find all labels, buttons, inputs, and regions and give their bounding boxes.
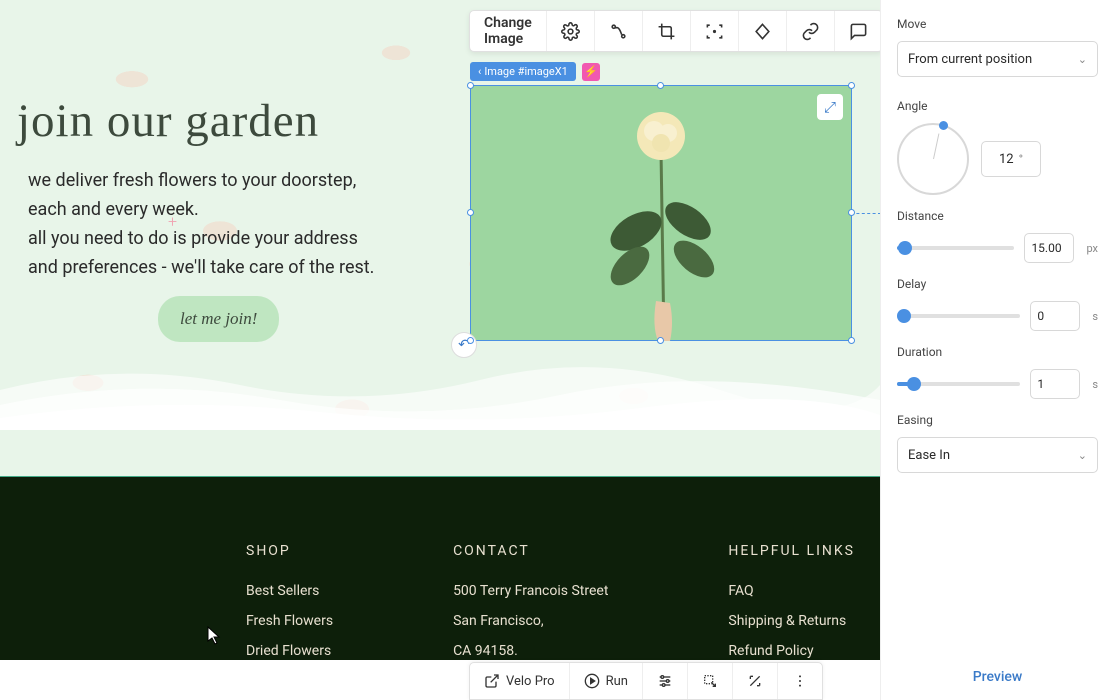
page-headline: join our garden: [17, 94, 319, 148]
site-footer: SHOP Best Sellers Fresh Flowers Dried Fl…: [0, 476, 880, 660]
footer-link[interactable]: Fresh Flowers: [246, 613, 333, 629]
settings-icon[interactable]: [547, 11, 595, 51]
resize-handle[interactable]: [848, 209, 855, 216]
slider-thumb[interactable]: [897, 309, 911, 323]
footer-link[interactable]: Shipping & Returns: [728, 613, 855, 629]
delay-value: 0: [1037, 309, 1044, 323]
slider-thumb[interactable]: [898, 241, 912, 255]
footer-link[interactable]: FAQ: [728, 583, 855, 599]
preview-button[interactable]: Preview: [881, 669, 1114, 685]
animation-icon[interactable]: [595, 11, 643, 51]
footer-heading: HELPFUL LINKS: [728, 543, 855, 559]
footer-link[interactable]: Refund Policy: [728, 643, 855, 659]
dial-knob[interactable]: [939, 121, 948, 130]
duration-input[interactable]: 1: [1030, 369, 1080, 399]
resize-handle[interactable]: [467, 82, 474, 89]
easing-label: Easing: [897, 413, 1098, 427]
selection-tag-bar: ‹ Image #imageX1 ⚡: [470, 62, 600, 81]
distance-slider[interactable]: [897, 246, 1014, 250]
expand-icon[interactable]: [733, 663, 778, 699]
element-tag-label: Image #imageX1: [484, 65, 568, 78]
dial-hand: [933, 133, 939, 159]
footer-text: 500 Terry Francois Street: [453, 583, 608, 599]
animation-panel: Move From current position ⌄ Angle 12 ° …: [880, 0, 1114, 700]
comment-icon[interactable]: [835, 11, 880, 51]
angle-unit: °: [1019, 152, 1023, 166]
slider-thumb[interactable]: [907, 377, 921, 391]
alignment-guide: [851, 213, 880, 214]
resize-handle[interactable]: [848, 82, 855, 89]
resize-handle[interactable]: [467, 337, 474, 344]
duration-unit: s: [1092, 378, 1098, 391]
animation-bolt-icon[interactable]: ⚡: [582, 63, 600, 81]
footer-contact-column: CONTACT 500 Terry Francois Street San Fr…: [453, 543, 608, 660]
bottom-toolbar: Velo Pro Run: [469, 662, 823, 700]
angle-input[interactable]: 12 °: [981, 141, 1041, 177]
chevron-down-icon: ⌄: [1078, 449, 1087, 462]
distance-unit: px: [1086, 242, 1098, 255]
anchor-marker: +: [168, 212, 177, 231]
selected-image-element[interactable]: ⤢ ↶: [470, 85, 852, 341]
angle-label: Angle: [897, 99, 1098, 113]
subhead-line: and preferences - we'll take care of the…: [28, 253, 374, 282]
distance-input[interactable]: 15.00: [1024, 233, 1074, 263]
easing-select[interactable]: Ease In ⌄: [897, 437, 1098, 473]
duration-value: 1: [1037, 377, 1044, 391]
resize-handle[interactable]: [657, 82, 664, 89]
external-link-icon: [484, 673, 500, 689]
floating-toolbar: Change Image: [469, 10, 880, 52]
editor-canvas[interactable]: join our garden we deliver fresh flowers…: [0, 0, 880, 660]
angle-dial[interactable]: [897, 123, 969, 195]
page-subhead: we deliver fresh flowers to your doorste…: [28, 166, 374, 282]
select-icon[interactable]: [688, 663, 733, 699]
move-select[interactable]: From current position ⌄: [897, 41, 1098, 77]
resize-handle[interactable]: [848, 337, 855, 344]
expand-icon[interactable]: ⤢: [817, 94, 843, 120]
duration-label: Duration: [897, 345, 1098, 359]
resize-handle[interactable]: [467, 209, 474, 216]
change-image-button[interactable]: Change Image: [470, 11, 547, 51]
footer-helpful-column: HELPFUL LINKS FAQ Shipping & Returns Ref…: [728, 543, 855, 660]
distance-value: 15.00: [1031, 241, 1061, 255]
run-label: Run: [606, 674, 628, 689]
delay-unit: s: [1092, 310, 1098, 323]
more-icon[interactable]: [778, 663, 822, 699]
angle-value: 12: [999, 152, 1014, 167]
delay-input[interactable]: 0: [1030, 301, 1080, 331]
link-icon[interactable]: [787, 11, 835, 51]
move-label: Move: [897, 17, 1098, 31]
crop-icon[interactable]: [643, 11, 691, 51]
chevron-left-icon: ‹: [478, 65, 481, 78]
subhead-line: all you need to do is provide your addre…: [28, 224, 374, 253]
footer-heading: CONTACT: [453, 543, 608, 559]
run-button[interactable]: Run: [570, 663, 643, 699]
footer-heading: SHOP: [246, 543, 333, 559]
distance-label: Distance: [897, 209, 1098, 223]
chevron-down-icon: ⌄: [1078, 53, 1087, 66]
cta-button[interactable]: let me join!: [158, 296, 279, 342]
mask-icon[interactable]: [739, 11, 787, 51]
undo-icon[interactable]: ↶: [451, 332, 477, 358]
resize-handle[interactable]: [657, 337, 664, 344]
duration-slider[interactable]: [897, 382, 1020, 386]
velo-pro-button[interactable]: Velo Pro: [470, 663, 570, 699]
move-select-value: From current position: [908, 52, 1032, 67]
focal-point-icon[interactable]: [691, 11, 739, 51]
element-tag[interactable]: ‹ Image #imageX1: [470, 62, 576, 81]
footer-text: CA 94158.: [453, 643, 608, 659]
delay-slider[interactable]: [897, 314, 1020, 318]
easing-select-value: Ease In: [908, 448, 950, 463]
footer-link[interactable]: Best Sellers: [246, 583, 333, 599]
sliders-icon[interactable]: [643, 663, 688, 699]
footer-shop-column: SHOP Best Sellers Fresh Flowers Dried Fl…: [246, 543, 333, 660]
footer-text: San Francisco,: [453, 613, 608, 629]
velo-pro-label: Velo Pro: [506, 674, 555, 689]
flower-image: [586, 91, 736, 341]
delay-label: Delay: [897, 277, 1098, 291]
footer-link[interactable]: Dried Flowers: [246, 643, 333, 659]
wave-divider: [0, 350, 880, 430]
play-icon: [584, 673, 600, 689]
subhead-line: we deliver fresh flowers to your doorste…: [28, 166, 374, 195]
subhead-line: each and every week.: [28, 195, 374, 224]
